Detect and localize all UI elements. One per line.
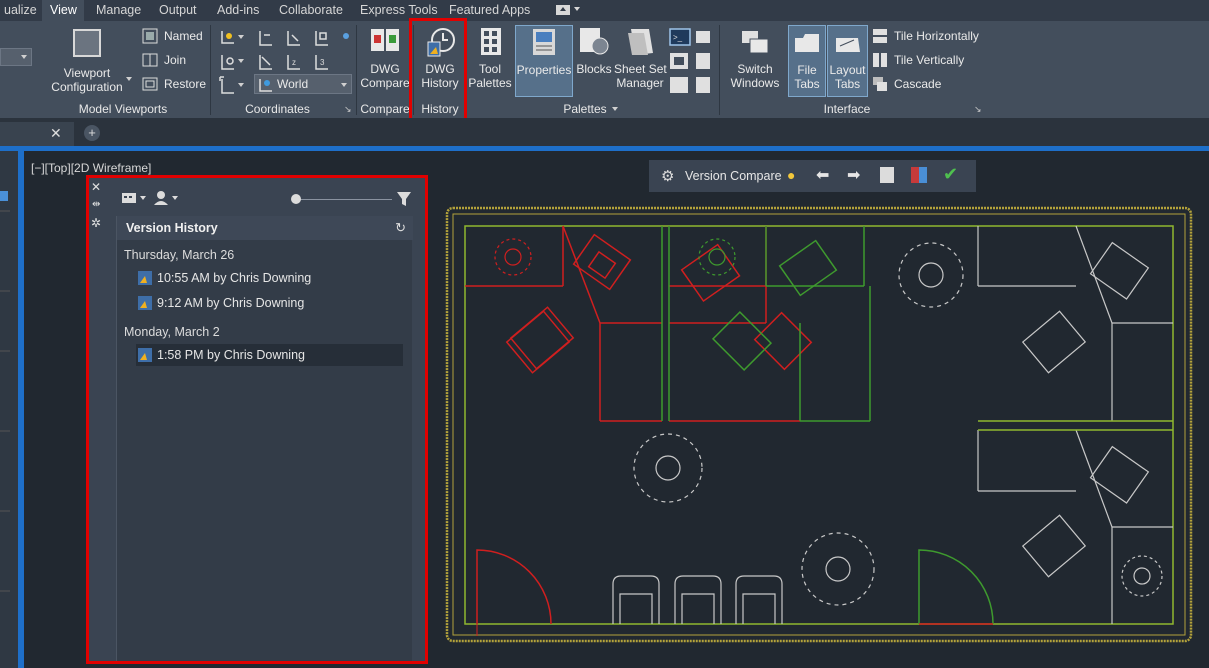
- version-history-highlight: [86, 175, 428, 664]
- left-side-strip: [0, 151, 18, 668]
- viewport-config-icon: [73, 29, 101, 57]
- lightbulb-icon[interactable]: ●: [787, 167, 795, 183]
- palette-small-icons[interactable]: >_: [668, 27, 716, 95]
- blocks-button[interactable]: Blocks: [574, 25, 614, 97]
- new-drawing-plus-icon[interactable]: +: [84, 125, 100, 141]
- tab-collaborate[interactable]: Collaborate: [271, 0, 351, 21]
- properties-icon: [533, 29, 555, 55]
- viewport-configuration-label: Viewport Configuration: [51, 66, 123, 94]
- blocks-label: Blocks: [576, 62, 612, 76]
- left-strip-marks: [0, 191, 10, 592]
- join-viewports-button[interactable]: Join: [142, 50, 186, 70]
- tile-horizontally-button[interactable]: Tile Horizontally: [872, 26, 979, 46]
- world-ucs-icon: [259, 79, 272, 92]
- cascade-button[interactable]: Cascade: [872, 74, 941, 94]
- tile-vertically-button[interactable]: Tile Vertically: [872, 50, 964, 70]
- ucs-world-value: World: [277, 77, 309, 91]
- gear-icon[interactable]: ⚙: [661, 167, 674, 185]
- dwg-compare-icon: [371, 29, 399, 51]
- restore-viewports-button[interactable]: Restore: [142, 74, 206, 94]
- dwg-compare-button[interactable]: DWG Compare: [358, 25, 412, 97]
- tab-add-ins[interactable]: Add-ins: [209, 0, 267, 21]
- tab-output[interactable]: Output: [151, 0, 205, 21]
- cascade-icon: [873, 77, 887, 91]
- sheet-set-manager-button[interactable]: Sheet Set Manager: [614, 25, 667, 97]
- file-tabs-label: File Tabs: [794, 63, 820, 91]
- named-label: Named: [164, 29, 203, 43]
- tile-horizontally-label: Tile Horizontally: [894, 29, 979, 43]
- file-tab-bar: ✕ +: [0, 118, 1209, 146]
- dwg-compare-label: DWG Compare: [360, 62, 410, 90]
- blocks-icon: [580, 28, 609, 55]
- named-viewports-button[interactable]: Named: [142, 26, 203, 46]
- tool-palettes-label: Tool Palettes: [468, 62, 512, 90]
- panel-label-interface: Interface: [823, 102, 871, 116]
- chevron-down-icon[interactable]: [238, 35, 244, 42]
- ribbon-panel-area: Viewport Configuration Named Join Restor…: [0, 21, 1209, 118]
- tool-palettes-icon: [481, 28, 501, 55]
- panel-label-palettes: Palettes: [563, 102, 607, 116]
- chevron-down-icon: [341, 83, 347, 90]
- ribbon-tab-bar: ualize View Manage Output Add-ins Collab…: [0, 0, 1209, 21]
- file-tabs-icon: [795, 34, 819, 52]
- snapshot-icon[interactable]: [880, 167, 894, 183]
- viewport-configuration-button[interactable]: Viewport Configuration: [47, 25, 127, 97]
- properties-button[interactable]: Properties: [515, 25, 573, 97]
- chevron-down-icon[interactable]: [574, 7, 580, 14]
- file-tabs-button[interactable]: File Tabs: [788, 25, 826, 97]
- svg-text:3: 3: [320, 58, 325, 67]
- panel-divider: [719, 25, 720, 115]
- tool-palettes-button[interactable]: Tool Palettes: [468, 25, 512, 97]
- ucs-world-dropdown[interactable]: World: [254, 74, 352, 94]
- panel-label-compare: Compare: [360, 102, 410, 116]
- sheet-set-manager-label: Sheet Set Manager: [614, 62, 667, 90]
- workspace-toggle-icon[interactable]: [556, 5, 570, 15]
- arrow-right-icon[interactable]: ➡: [847, 165, 860, 185]
- close-icon[interactable]: ✕: [50, 125, 62, 142]
- chevron-down-icon[interactable]: [238, 83, 244, 90]
- panel-divider: [356, 25, 357, 115]
- compare-toggle-icon[interactable]: [911, 167, 927, 183]
- layout-tabs-button[interactable]: Layout Tabs: [827, 25, 868, 97]
- layout-tabs-icon: [835, 38, 860, 52]
- tab-manage[interactable]: Manage: [88, 0, 149, 21]
- layer-dropdown[interactable]: [0, 48, 32, 66]
- named-viewports-icon: [142, 28, 158, 44]
- tab-visualize[interactable]: ualize: [0, 0, 45, 21]
- sheet-set-icon: [628, 29, 653, 55]
- file-tab-drawing[interactable]: ✕: [0, 122, 74, 146]
- chevron-down-icon: [21, 55, 27, 62]
- cascade-label: Cascade: [894, 77, 942, 91]
- join-icon: [142, 53, 158, 67]
- join-label: Join: [164, 53, 187, 67]
- chevron-down-icon[interactable]: [126, 77, 132, 84]
- dwg-history-highlight: [409, 18, 467, 128]
- svg-text:z: z: [292, 58, 296, 67]
- panel-label-model-viewports: Model Viewports: [78, 102, 168, 116]
- panel-launcher-icon[interactable]: ↘: [344, 104, 352, 115]
- panel-launcher-icon[interactable]: ↘: [974, 104, 982, 115]
- version-compare-toolbar: ⚙ Version Compare ● ⬅ ➡ ✔: [649, 160, 976, 192]
- tile-vertically-label: Tile Vertically: [894, 53, 965, 67]
- tile-vertically-icon: [873, 53, 887, 67]
- arrow-left-icon[interactable]: ⬅: [816, 165, 829, 185]
- checkmark-icon[interactable]: ✔: [943, 164, 958, 185]
- version-compare-label: Version Compare: [685, 169, 782, 183]
- chevron-down-icon[interactable]: [238, 59, 244, 66]
- viewport-controls-label[interactable]: [−][Top][2D Wireframe]: [31, 161, 151, 175]
- tab-view[interactable]: View: [42, 0, 84, 21]
- restore-label: Restore: [164, 77, 207, 91]
- panel-label-coordinates: Coordinates: [245, 102, 310, 116]
- layout-tabs-label: Layout Tabs: [829, 63, 866, 91]
- properties-label: Properties: [516, 63, 572, 77]
- tile-horizontally-icon: [873, 29, 887, 43]
- switch-windows-button[interactable]: Switch Windows: [726, 25, 784, 97]
- autocad-window: ualize View Manage Output Add-ins Collab…: [0, 0, 1209, 668]
- switch-windows-icon: [742, 31, 769, 54]
- svg-text:>_: >_: [673, 33, 683, 42]
- panel-divider: [210, 25, 211, 115]
- restore-icon: [142, 77, 158, 91]
- chevron-down-icon[interactable]: [612, 107, 618, 114]
- switch-windows-label: Switch Windows: [730, 62, 780, 90]
